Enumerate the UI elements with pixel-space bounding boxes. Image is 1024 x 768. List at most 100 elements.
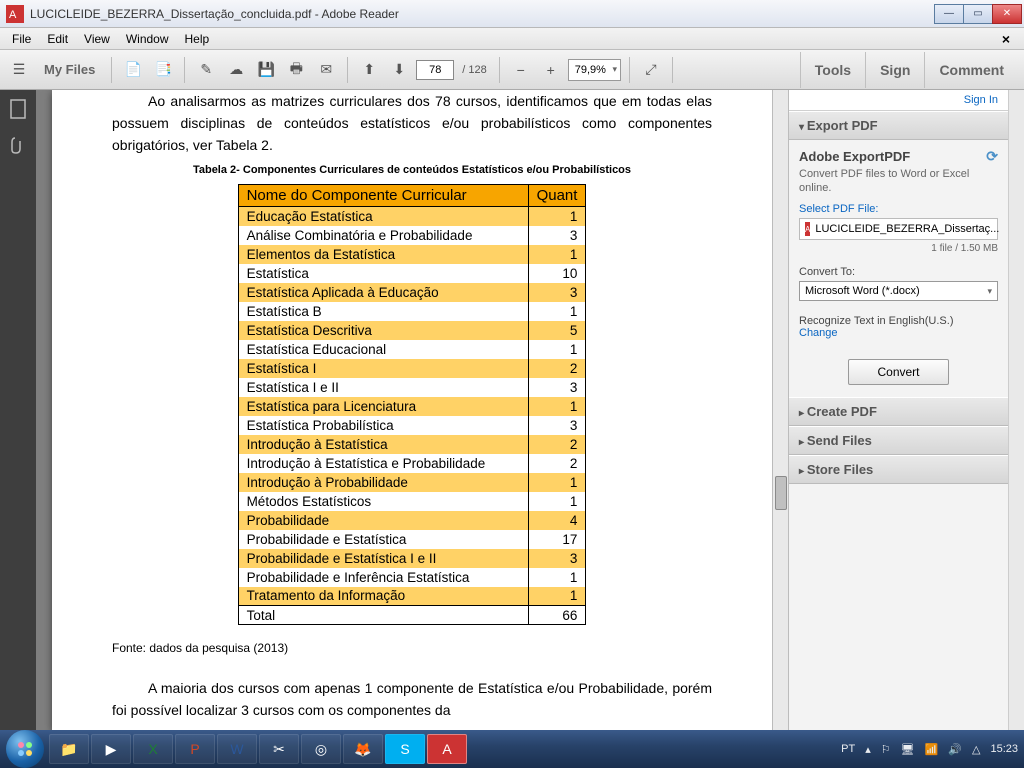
cloud-icon[interactable]: ☁: [223, 57, 249, 83]
taskbar-adobe-reader-icon[interactable]: A: [427, 734, 467, 764]
recognize-text-label: Recognize Text in English(U.S.) Change: [799, 315, 998, 339]
tray-clock[interactable]: 15:23: [990, 743, 1018, 755]
zoom-in-icon[interactable]: +: [538, 57, 564, 83]
selected-file-entry[interactable]: A LUCICLEIDE_BEZERRA_Dissertaç...: [799, 218, 998, 240]
menu-edit[interactable]: Edit: [39, 30, 76, 48]
create-pdf-section-header[interactable]: Create PDF: [789, 397, 1008, 426]
menu-window[interactable]: Window: [118, 30, 177, 48]
table-row: Estatística I2: [238, 359, 586, 378]
menu-view[interactable]: View: [76, 30, 118, 48]
table-row: Estatística10: [238, 264, 586, 283]
window-titlebar: A LUCICLEIDE_BEZERRA_Dissertação_conclui…: [0, 0, 1024, 28]
table-row: Estatística para Licenciatura1: [238, 397, 586, 416]
tray-show-hidden-icon[interactable]: ▴: [865, 743, 871, 756]
tray-drive-icon[interactable]: △: [972, 743, 980, 756]
table-row: Introdução à Estatística e Probabilidade…: [238, 454, 586, 473]
table-row: Estatística B1: [238, 302, 586, 321]
pdf-file-icon: A: [805, 222, 810, 236]
refresh-icon[interactable]: ⟳: [986, 148, 998, 165]
convert-format-dropdown[interactable]: Microsoft Word (*.docx): [799, 281, 998, 301]
menu-bar: File Edit View Window Help ×: [0, 28, 1024, 50]
taskbar-powerpoint-icon[interactable]: P: [175, 734, 215, 764]
navigation-strip: [0, 90, 36, 730]
tray-flag-icon[interactable]: ⚐: [881, 743, 891, 756]
document-close-button[interactable]: ×: [994, 29, 1018, 49]
sign-in-link[interactable]: Sign In: [789, 90, 1008, 111]
window-title: LUCICLEIDE_BEZERRA_Dissertação_concluida…: [30, 7, 935, 21]
store-files-section-header[interactable]: Store Files: [789, 455, 1008, 484]
edit-icon[interactable]: ✎: [193, 57, 219, 83]
table-row: Análise Combinatória e Probabilidade3: [238, 226, 586, 245]
create-pdf-icon[interactable]: 📑: [150, 57, 176, 83]
table-row: Probabilidade e Inferência Estatística1: [238, 568, 586, 587]
page-down-icon[interactable]: ⬇: [386, 57, 412, 83]
app-icon: A: [4, 3, 26, 25]
taskbar-snipping-icon[interactable]: ✂: [259, 734, 299, 764]
svg-text:A: A: [9, 9, 17, 21]
table-row: Probabilidade e Estatística I e II3: [238, 549, 586, 568]
page-total-label: / 128: [458, 64, 490, 76]
open-icon[interactable]: 📄: [120, 57, 146, 83]
convert-to-label: Convert To:: [799, 266, 998, 278]
attachments-icon[interactable]: [7, 134, 29, 156]
tray-network-icon[interactable]: 📶: [925, 743, 939, 756]
table-row: Probabilidade4: [238, 511, 586, 530]
page-number-input[interactable]: [416, 60, 454, 80]
save-icon[interactable]: 💾: [253, 57, 279, 83]
tray-language-indicator[interactable]: PT: [841, 743, 855, 755]
paragraph-2: A maioria dos cursos com apenas 1 compon…: [112, 677, 712, 721]
change-language-link[interactable]: Change: [799, 327, 998, 339]
table-row: Estatística Aplicada à Educação3: [238, 283, 586, 302]
document-viewport[interactable]: Ao analisarmos as matrizes curriculares …: [36, 90, 788, 730]
export-subtitle: Convert PDF files to Word or Excel onlin…: [799, 167, 998, 195]
zoom-level-dropdown[interactable]: 79,9%: [568, 59, 621, 81]
taskbar-chrome-icon[interactable]: ◎: [301, 734, 341, 764]
select-pdf-file-label: Select PDF File:: [799, 203, 998, 215]
taskbar-firefox-icon[interactable]: 🦊: [343, 734, 383, 764]
hamburger-icon[interactable]: ☰: [6, 57, 32, 83]
table-header-name: Nome do Componente Curricular: [238, 185, 528, 207]
taskbar-word-icon[interactable]: W: [217, 734, 257, 764]
paragraph-1: Ao analisarmos as matrizes curriculares …: [112, 90, 712, 156]
page-up-icon[interactable]: ⬆: [356, 57, 382, 83]
taskbar-excel-icon[interactable]: X: [133, 734, 173, 764]
comment-button[interactable]: Comment: [924, 52, 1018, 88]
toolbar: ☰ My Files 📄 📑 ✎ ☁ 💾 🖶 ✉ ⬆ ⬇ / 128 − + 7…: [0, 50, 1024, 90]
window-maximize-button[interactable]: ▭: [963, 4, 993, 24]
taskbar: 📁 ▶ X P W ✂ ◎ 🦊 S A PT ▴ ⚐ 🖥 📶 🔊 △ 15:23: [0, 730, 1024, 768]
window-close-button[interactable]: ✕: [992, 4, 1022, 24]
tray-monitor-icon[interactable]: 🖥: [901, 743, 915, 756]
menu-help[interactable]: Help: [177, 30, 218, 48]
zoom-out-icon[interactable]: −: [508, 57, 534, 83]
adobe-export-title: Adobe ExportPDF ⟳: [799, 148, 998, 165]
taskbar-explorer-icon[interactable]: 📁: [49, 734, 89, 764]
sign-button[interactable]: Sign: [865, 52, 924, 88]
tools-button[interactable]: Tools: [800, 52, 865, 88]
email-icon[interactable]: ✉: [313, 57, 339, 83]
page-thumbnails-icon[interactable]: [7, 98, 29, 120]
convert-button[interactable]: Convert: [848, 359, 948, 385]
side-panel-scrollbar[interactable]: [1008, 90, 1024, 730]
table-row: Introdução à Probabilidade1: [238, 473, 586, 492]
export-pdf-section-header[interactable]: Export PDF: [789, 111, 1008, 140]
print-icon[interactable]: 🖶: [283, 57, 309, 83]
taskbar-media-icon[interactable]: ▶: [91, 734, 131, 764]
my-files-label[interactable]: My Files: [36, 62, 103, 77]
scrollbar-thumb[interactable]: [775, 476, 787, 510]
window-minimize-button[interactable]: —: [934, 4, 964, 24]
table-row: Estatística Probabilística3: [238, 416, 586, 435]
menu-file[interactable]: File: [4, 30, 39, 48]
tray-volume-icon[interactable]: 🔊: [948, 743, 962, 756]
fit-window-icon[interactable]: ⤢: [638, 57, 664, 83]
start-button[interactable]: [6, 730, 44, 768]
table-source: Fonte: dados da pesquisa (2013): [112, 641, 712, 655]
tools-pane: Sign In Export PDF Adobe ExportPDF ⟳ Con…: [788, 90, 1008, 730]
table-row: Tratamento da Informação1: [238, 587, 586, 606]
document-scrollbar[interactable]: [772, 90, 788, 730]
taskbar-skype-icon[interactable]: S: [385, 734, 425, 764]
table-caption: Tabela 2- Componentes Curriculares de co…: [112, 164, 712, 176]
table-header-quant: Quant: [528, 185, 586, 207]
table-row: Probabilidade e Estatística17: [238, 530, 586, 549]
send-files-section-header[interactable]: Send Files: [789, 426, 1008, 455]
table-row: Estatística I e II3: [238, 378, 586, 397]
